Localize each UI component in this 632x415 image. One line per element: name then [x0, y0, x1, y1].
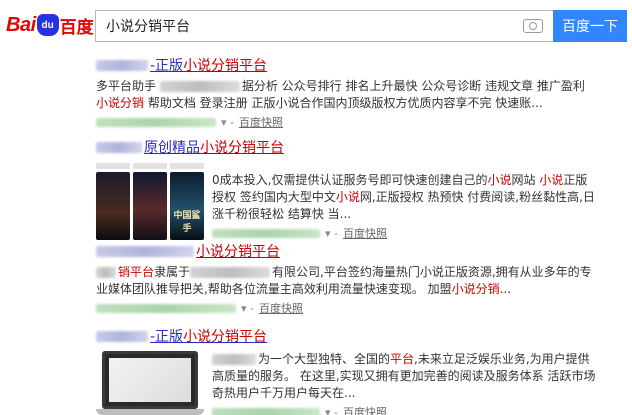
dropdown-arrow-icon[interactable]: ▾ - [325, 406, 338, 415]
search-result: -正版 小说分销平台 多平台助手 据分析 公众号排行 排名上升最快 公众号诊断 … [96, 56, 596, 130]
thumbnail-group[interactable]: 中国鲨手 [96, 160, 212, 241]
result-url-line: ▾ - 百度快照 [96, 300, 596, 316]
snippet-highlight: 小说 [539, 173, 564, 187]
result-title-highlight: 小说分销平台 [183, 329, 268, 345]
top-bar: Bai du 百度 百度一下 [0, 0, 632, 50]
search-box [95, 10, 553, 42]
result-title-highlight: 小说分销平台 [196, 244, 280, 260]
book-cover[interactable] [96, 172, 130, 240]
result-url-line: ▾ - 百度快照 [212, 225, 596, 241]
blurred-url[interactable] [96, 117, 216, 127]
thumbnail-labels [96, 163, 204, 169]
snippet-highlight: 销平台 [118, 265, 155, 279]
snippet-text: 据分析 公众号排行 排名上升最快 公众号诊断 违规文章 推广盈利 [241, 79, 585, 93]
book-cover[interactable]: 中国鲨手 [170, 172, 204, 240]
search-input[interactable] [96, 11, 523, 41]
result-url-line: ▾ - 百度快照 [212, 404, 596, 415]
result-snippet: 为一个大型独特、全国的平台,未来立足泛娱乐业务,为用户提供高质量的服务。 在这里… [212, 351, 596, 402]
result-title-prefix: -正版 [150, 58, 184, 74]
result-title-link[interactable]: -正版 小说分销平台 [96, 327, 596, 345]
baidu-logo[interactable]: Bai du 百度 [6, 10, 94, 40]
blurred-text [212, 354, 256, 365]
dropdown-arrow-icon[interactable]: ▾ - [325, 227, 338, 240]
result-title-link[interactable]: -正版 小说分销平台 [96, 56, 596, 74]
blurred-url[interactable] [96, 303, 236, 313]
blurred-url[interactable] [212, 228, 320, 238]
result-title-link[interactable]: 原创精品 小说分销平台 [96, 138, 596, 156]
snippet-text: 网站 [511, 173, 540, 187]
blurred-url[interactable] [212, 407, 320, 415]
book-cover[interactable] [133, 172, 167, 240]
dropdown-arrow-icon[interactable]: ▾ - [221, 116, 234, 129]
blurred-text [96, 267, 116, 278]
camera-icon[interactable] [523, 19, 543, 33]
search-result: 原创精品 小说分销平台 中国鲨手 0成本投入,仅需提供认证服务号即可快速创建自己… [96, 138, 596, 241]
result-body: 中国鲨手 0成本投入,仅需提供认证服务号即可快速创建自己的小说网站 小说正版授权… [96, 160, 596, 241]
blurred-text [190, 267, 271, 278]
result-title-highlight: 小说分销平台 [183, 58, 268, 74]
result-title-prefix: 原创精品 [144, 140, 200, 156]
snapshot-link[interactable]: 百度快照 [343, 404, 387, 415]
result-title-highlight: 小说分销平台 [200, 140, 284, 156]
blurred-text [96, 59, 148, 71]
book-covers: 中国鲨手 [96, 172, 204, 240]
snippet-highlight: 小说 [487, 173, 512, 187]
snippet-text: 隶属于 [154, 265, 191, 279]
search-result: -正版 小说分销平台 为一个大型独特、全国的平台,未来立足泛娱乐业务,为用户提供… [96, 327, 596, 415]
snippet-highlight: 小说分销 [96, 96, 145, 110]
result-snippet: 0成本投入,仅需提供认证服务号即可快速创建自己的小说网站 小说正版授权 签约国内… [212, 172, 596, 223]
snippet-text: 多平台助手 [96, 79, 160, 93]
result-title-link[interactable]: 小说分销平台 [96, 242, 596, 260]
search-result: 小说分销平台 销平台隶属于 有限公司,平台签约海量热门小说正版资源,拥有从业多年的… [96, 242, 596, 316]
result-title-prefix: -正版 [150, 329, 184, 345]
logo-chinese: 百度 [59, 17, 94, 38]
snapshot-link[interactable]: 百度快照 [239, 114, 283, 130]
blurred-text [96, 141, 142, 153]
snippet-text: 为一个大型独特、全国的 [258, 352, 391, 366]
result-snippet: 多平台助手 据分析 公众号排行 排名上升最快 公众号诊断 违规文章 推广盈利 小… [96, 78, 596, 112]
snapshot-link[interactable]: 百度快照 [343, 225, 387, 241]
result-snippet: 销平台隶属于 有限公司,平台签约海量热门小说正版资源,拥有从业多年的专业媒体团队推… [96, 264, 596, 298]
search-button[interactable]: 百度一下 [553, 10, 627, 42]
result-body: 为一个大型独特、全国的平台,未来立足泛娱乐业务,为用户提供高质量的服务。 在这里… [96, 349, 596, 415]
snippet-text: 0成本投入,仅需提供认证服务号即可快速创建自己的 [212, 173, 488, 187]
snapshot-link[interactable]: 百度快照 [259, 300, 303, 316]
result-url-line: ▾ - 百度快照 [96, 114, 596, 130]
snippet-highlight: 小说 [335, 190, 360, 204]
snippet-highlight: 平台 [390, 352, 415, 366]
snippet-text: ... [499, 282, 512, 296]
paw-icon: du [36, 14, 59, 36]
dropdown-arrow-icon[interactable]: ▾ - [241, 302, 254, 315]
laptop-thumbnail[interactable] [96, 349, 204, 415]
snippet-highlight: 小说分销 [451, 282, 500, 296]
logo-latin: Bai [6, 13, 36, 36]
snippet-text: 帮助文档 登录注册 正版小说合作国内顶级版权方优质内容享不完 快速账... [144, 96, 543, 110]
blurred-text [96, 245, 194, 257]
blurred-text [96, 330, 148, 342]
blurred-text [159, 81, 240, 92]
